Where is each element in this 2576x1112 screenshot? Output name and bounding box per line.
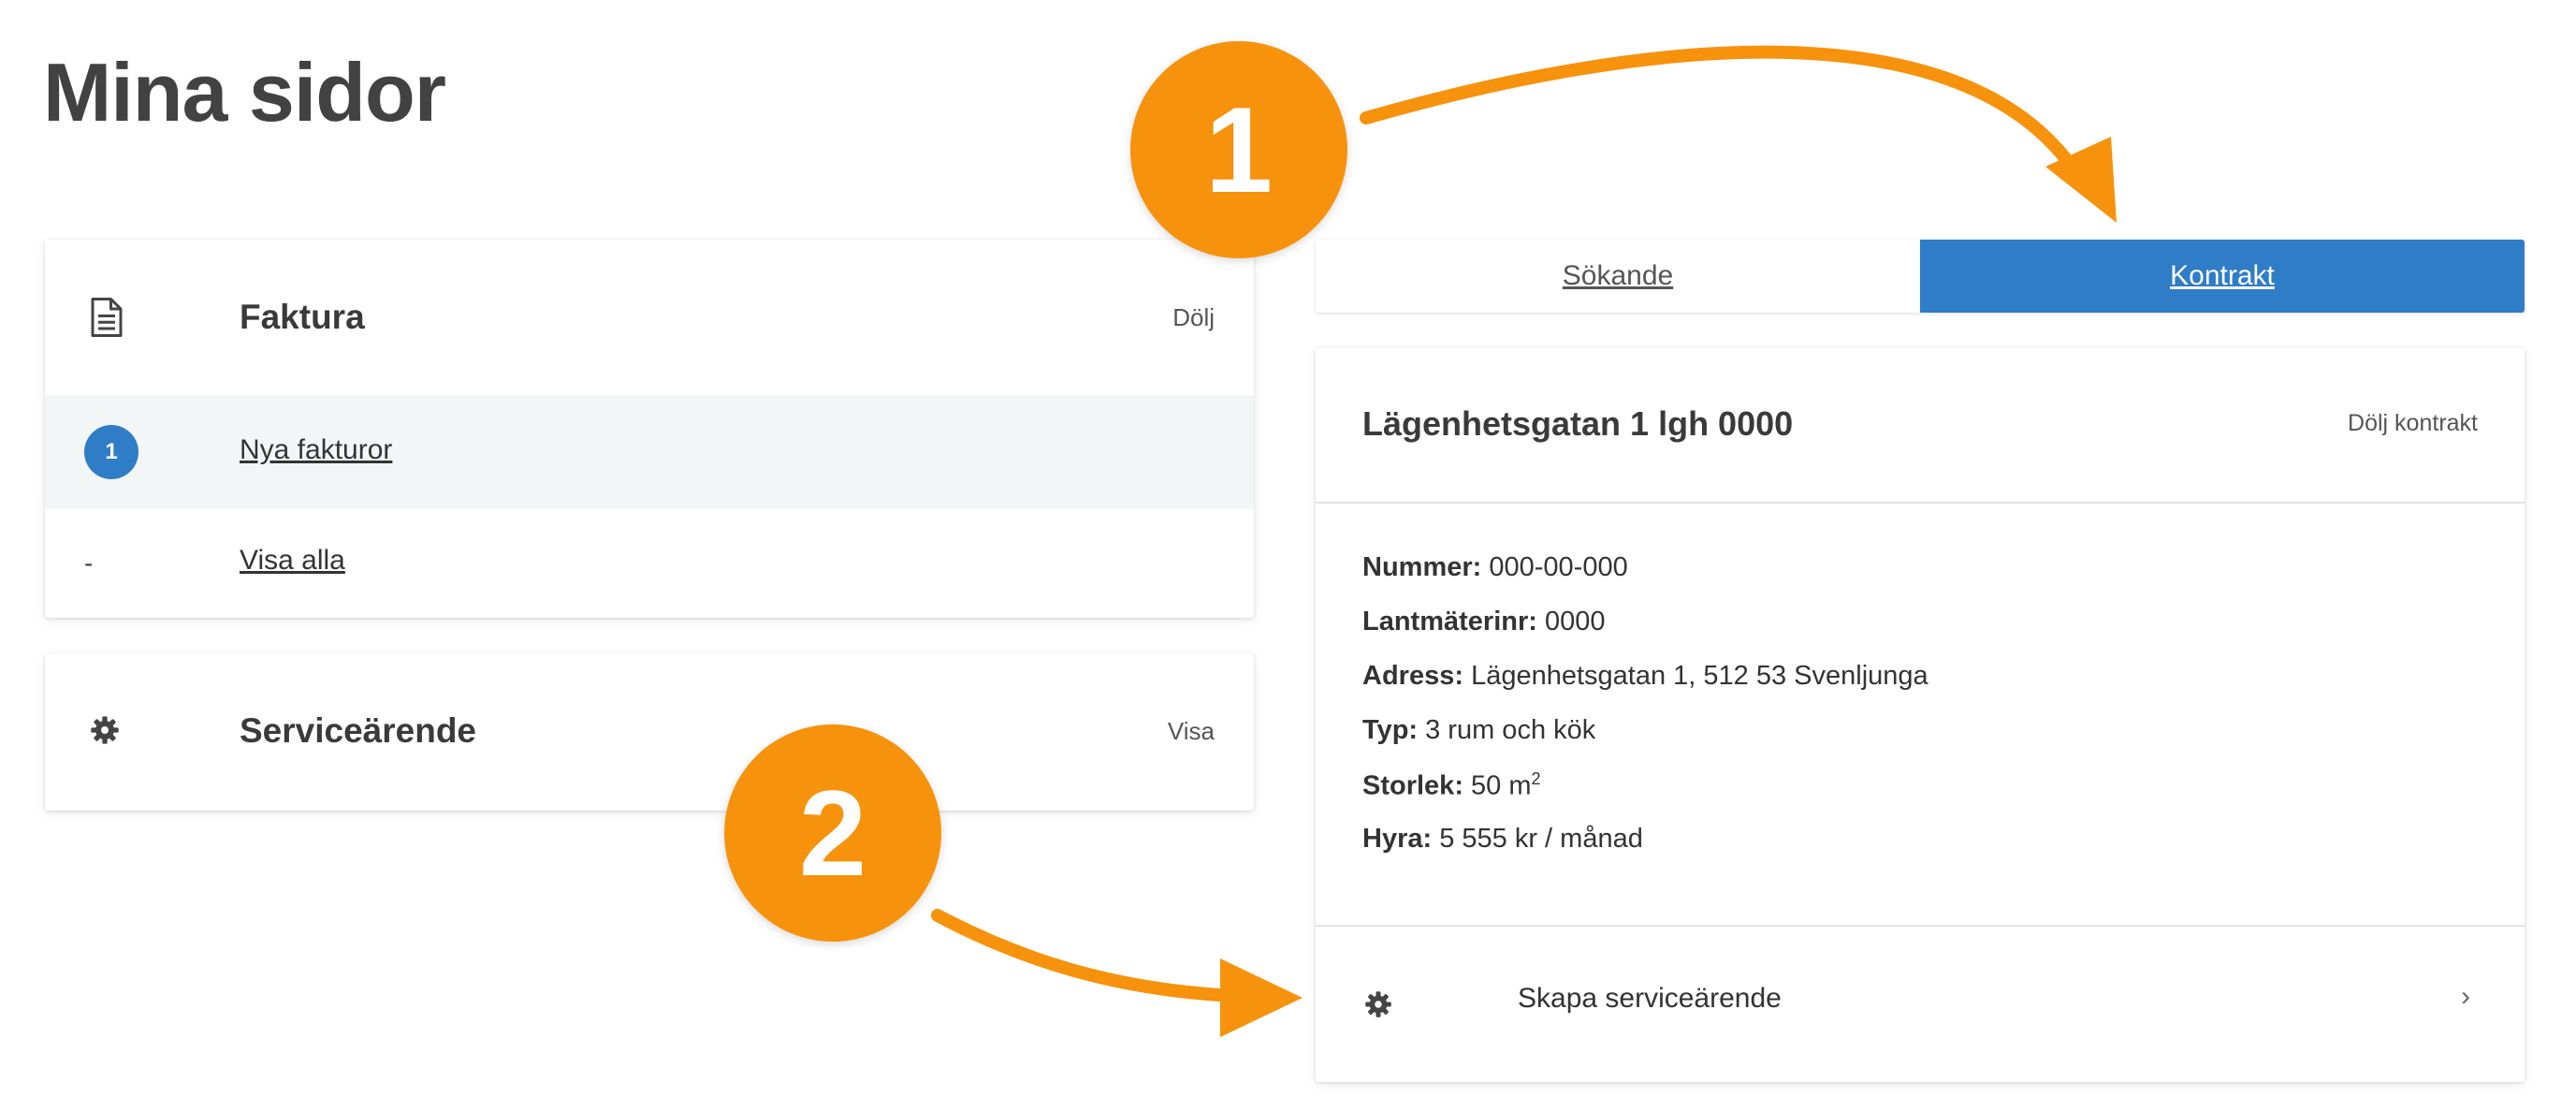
detail-lantmaterinr: Lantmäterinr: 0000 — [1362, 607, 1606, 636]
contract-card: Lägenhetsgatan 1 lgh 0000 Dölj kontrakt … — [1316, 348, 2525, 1082]
count-badge: 1 — [84, 425, 138, 479]
service-card: Serviceärende Visa — [45, 653, 1254, 811]
contract-title: Lägenhetsgatan 1 lgh 0000 — [1362, 404, 1794, 443]
tab-bar: Sökande Kontrakt — [1316, 240, 2525, 313]
tab-kontrakt[interactable]: Kontrakt — [1920, 240, 2525, 313]
detail-storlek: Storlek: 50 m2 — [1362, 769, 1541, 801]
faktura-row-new: 1 Nya fakturor — [45, 395, 1254, 509]
create-service-request-button[interactable]: Skapa serviceärende › — [1316, 925, 2525, 1084]
detail-adress: Adress: Lägenhetsgatan 1, 512 53 Svenlju… — [1362, 661, 1928, 691]
detail-nummer: Nummer: 000-00-000 — [1362, 552, 1628, 582]
service-header[interactable]: Serviceärende Visa — [45, 653, 1254, 809]
arrow-1-head — [2045, 137, 2117, 223]
faktura-card: Faktura Dölj 1 Nya fakturor - Visa alla — [45, 240, 1254, 618]
faktura-title: Faktura — [240, 298, 365, 336]
arrow-1 — [1360, 45, 2073, 166]
faktura-toggle-button[interactable]: Dölj — [1172, 303, 1215, 332]
document-icon — [91, 298, 123, 337]
new-invoices-link[interactable]: Nya fakturor — [240, 434, 392, 466]
row-marker: - — [84, 549, 94, 578]
service-toggle-button[interactable]: Visa — [1168, 717, 1215, 746]
detail-hyra: Hyra: 5 555 kr / månad — [1362, 824, 1643, 854]
hide-contract-button[interactable]: Dölj kontrakt — [2348, 410, 2478, 437]
annotation-marker-2: 2 — [724, 724, 941, 942]
faktura-row-all: - Visa alla — [45, 509, 1254, 618]
gear-icon — [91, 716, 119, 744]
arrow-2-head — [1220, 958, 1303, 1037]
page-title: Mina sidor — [43, 46, 446, 139]
detail-typ: Typ: 3 rum och kök — [1362, 715, 1596, 745]
tab-sokande[interactable]: Sökande — [1316, 240, 1920, 313]
show-all-link[interactable]: Visa alla — [240, 545, 345, 577]
faktura-header[interactable]: Faktura Dölj — [45, 240, 1254, 395]
annotation-marker-1: 1 — [1130, 41, 1347, 258]
gear-icon — [1365, 991, 1391, 1017]
create-service-request-label: Skapa serviceärende — [1518, 983, 1782, 1014]
service-title: Serviceärende — [240, 711, 477, 750]
contract-header: Lägenhetsgatan 1 lgh 0000 Dölj kontrakt — [1316, 348, 2525, 504]
arrow-2 — [931, 909, 1242, 1002]
chevron-right-icon: › — [2461, 981, 2470, 1012]
